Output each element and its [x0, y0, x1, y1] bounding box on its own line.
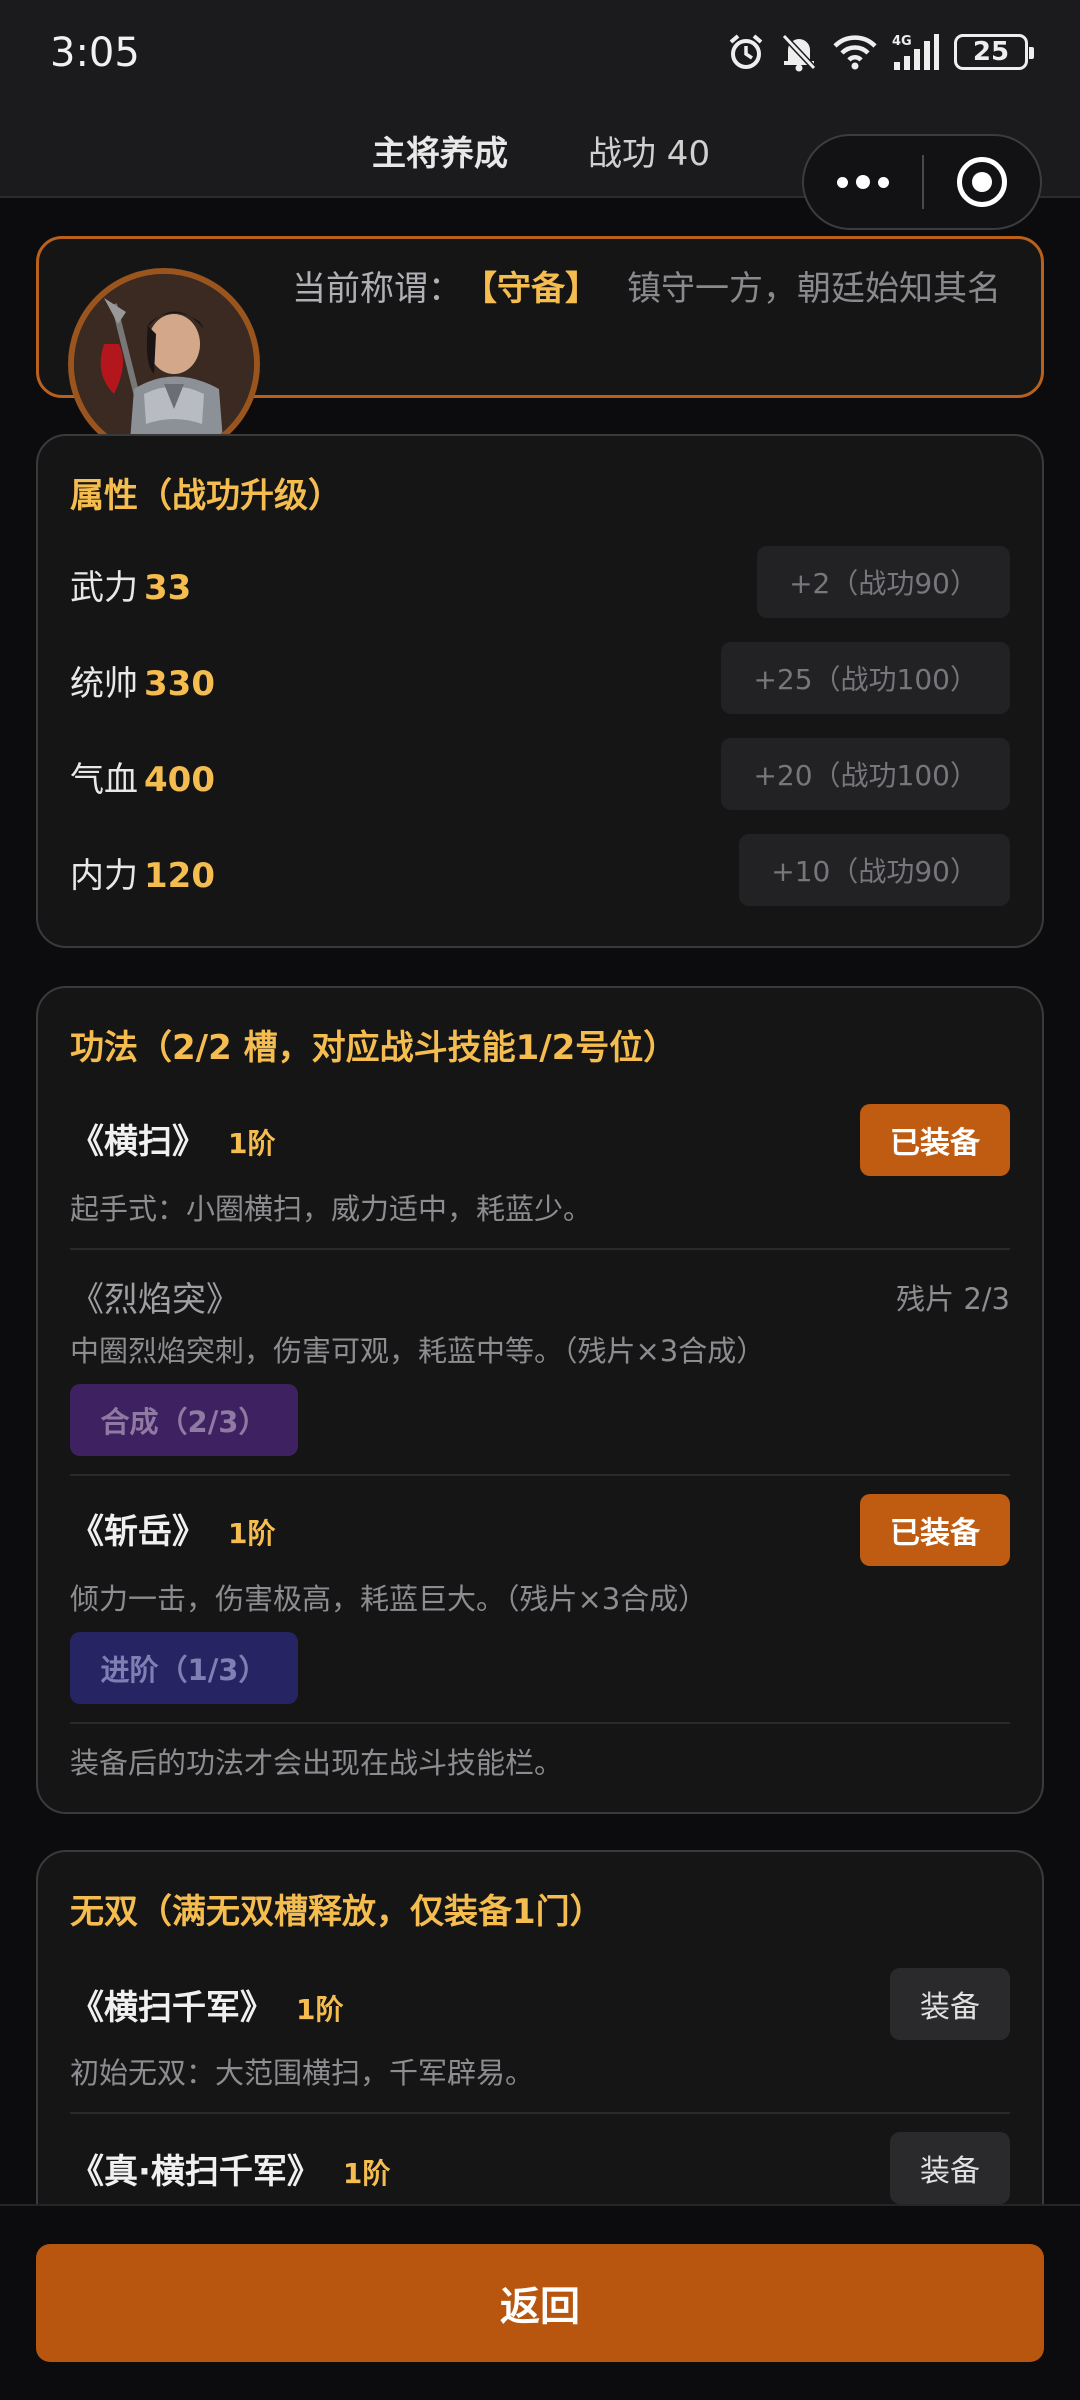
upgrade-force-button[interactable]: +2（战功90） — [757, 546, 1010, 618]
skill-description: 倾力一击，伤害极高，耗蓝巨大。（残片×3合成） — [70, 1582, 708, 1616]
upgrade-hp-button[interactable]: +20（战功100） — [721, 738, 1010, 810]
general-portrait-icon — [74, 274, 254, 454]
musou-name-text: 《真·横扫千军》 — [70, 2152, 321, 2192]
skill-name: 《烈焰突》 — [70, 1280, 240, 1320]
divider — [70, 1722, 1010, 1724]
more-dots-icon — [878, 176, 889, 188]
compose-skill-button[interactable]: 合成（2/3） — [70, 1384, 298, 1456]
attribute-name: 内力 — [70, 856, 138, 896]
signal-4g-icon: 4G — [892, 34, 939, 70]
skill-description: 起手式：小圈横扫，威力适中，耗蓝少。 — [70, 1192, 593, 1226]
equip-musou-button[interactable]: 装备 — [890, 1968, 1010, 2040]
musou-description: 初始无双：大范围横扫，千军辟易。 — [70, 2056, 535, 2090]
attributes-title: 属性（战功升级） — [70, 476, 342, 516]
divider — [70, 1248, 1010, 1250]
skill-description: 中圈烈焰突刺，伤害可观，耗蓝中等。（残片×3合成） — [70, 1334, 766, 1368]
attribute-value: 120 — [144, 856, 215, 896]
attribute-name: 气血 — [70, 760, 138, 800]
advance-skill-button[interactable]: 进阶（1/3） — [70, 1632, 298, 1704]
skill-name: 《斩岳》 1阶 — [70, 1504, 275, 1553]
back-button[interactable]: 返回 — [36, 2244, 1044, 2362]
skills-note: 装备后的功法才会出现在战斗技能栏。 — [70, 1746, 564, 1780]
alarm-icon — [729, 34, 763, 69]
attribute-row-hp: 气血 400 +20（战功100） — [70, 738, 1010, 810]
svg-text:4G: 4G — [892, 34, 912, 49]
skill-name-text: 《斩岳》 — [70, 1512, 206, 1552]
rank-description: 镇守一方，朝廷始知其名 — [627, 269, 1001, 309]
fragment-count: 残片 2/3 — [896, 1282, 1010, 1316]
attribute-row-force: 武力 33 +2（战功90） — [70, 546, 1010, 618]
musou-title: 无双（满无双槽释放，仅装备1门） — [70, 1892, 604, 1932]
attribute-name: 统帅 — [70, 664, 138, 704]
musou-tier: 1阶 — [296, 1993, 344, 2026]
skill-name: 《横扫》 1阶 — [70, 1114, 275, 1163]
more-menu-button[interactable] — [804, 136, 922, 228]
battery-level: 25 — [972, 37, 1010, 67]
miniprogram-capsule — [802, 134, 1042, 230]
mute-bell-icon — [781, 33, 817, 72]
page-title: 主将养成 — [372, 134, 508, 174]
close-miniprogram-button[interactable] — [924, 136, 1040, 228]
title-label: 当前称谓： — [292, 269, 462, 309]
rank-title: 【守备】 — [480, 269, 599, 309]
status-bar: 3:05 4G 25 — [0, 0, 1080, 118]
merit-counter: 战功 40 — [588, 134, 711, 174]
attributes-card: 属性（战功升级） 武力 33 +2（战功90） 统帅 330 +25（战功100） … — [36, 434, 1044, 948]
skill-tier: 1阶 — [228, 1127, 276, 1160]
attribute-row-mana: 内力 120 +10（战功90） — [70, 834, 1010, 906]
battery-indicator: 25 — [954, 34, 1034, 70]
musou-name: 《横扫千军》 1阶 — [70, 1980, 343, 2029]
status-time: 3:05 — [50, 30, 140, 76]
more-dots-icon — [856, 175, 870, 189]
skills-title: 功法（2/2 槽，对应战斗技能1/2号位） — [70, 1028, 678, 1068]
skill-equipped-button[interactable]: 已装备 — [860, 1104, 1010, 1176]
musou-name-text: 《横扫千军》 — [70, 1988, 274, 2028]
wifi-icon — [833, 35, 877, 70]
title-info: 当前称谓： 【守备】 镇守一方，朝廷始知其名 — [292, 266, 1012, 312]
divider — [70, 1474, 1010, 1476]
musou-tier: 1阶 — [342, 2157, 391, 2190]
attribute-value: 330 — [144, 664, 215, 704]
musou-name: 《真·横扫千军》 1阶 — [70, 2144, 390, 2193]
bottom-bar: 返回 — [0, 2204, 1080, 2400]
more-dots-icon — [837, 176, 848, 188]
attribute-value: 33 — [144, 568, 192, 608]
divider — [70, 2112, 1010, 2114]
skills-card: 功法（2/2 槽，对应战斗技能1/2号位） 《横扫》 1阶 已装备 起手式：小圈横… — [36, 986, 1044, 1814]
upgrade-mana-button[interactable]: +10（战功90） — [739, 834, 1010, 906]
attribute-row-command: 统帅 330 +25（战功100） — [70, 642, 1010, 714]
status-icons: 4G 25 — [726, 32, 1034, 72]
attribute-value: 400 — [144, 760, 215, 800]
equip-musou-button[interactable]: 装备 — [890, 2132, 1010, 2204]
skill-tier: 1阶 — [228, 1517, 276, 1550]
target-close-icon — [957, 157, 1007, 207]
skill-name-text: 《横扫》 — [70, 1122, 206, 1162]
general-avatar — [68, 268, 260, 460]
skill-equipped-button[interactable]: 已装备 — [860, 1494, 1010, 1566]
attribute-name: 武力 — [70, 568, 138, 608]
upgrade-command-button[interactable]: +25（战功100） — [721, 642, 1010, 714]
